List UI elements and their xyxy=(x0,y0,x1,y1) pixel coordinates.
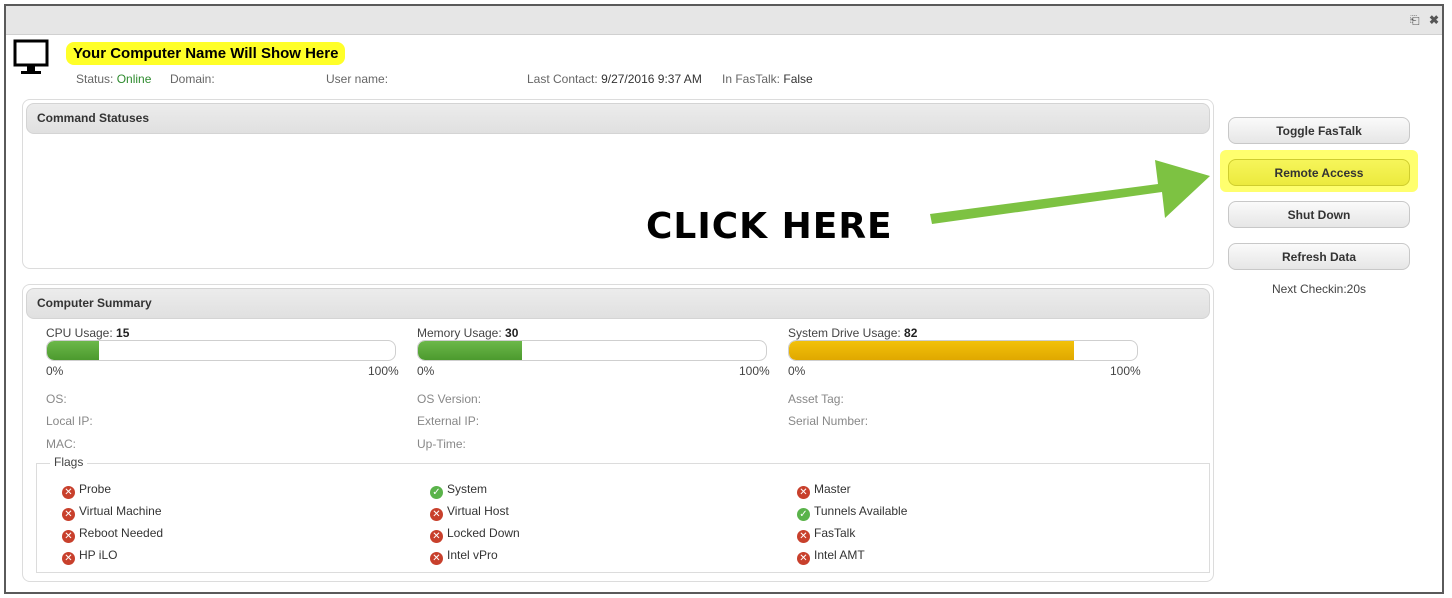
flag-label: Master xyxy=(814,482,851,496)
toggle-fastalk-button[interactable]: Toggle FasTalk xyxy=(1228,117,1410,144)
cpu-usage-bar xyxy=(46,340,396,361)
memory-usage-label: Memory Usage: 30 xyxy=(417,326,518,340)
x-circle-icon: ✕ xyxy=(62,486,75,499)
flag-item: ✕ Intel AMT xyxy=(797,548,865,565)
asset-tag-field: Asset Tag: xyxy=(788,392,844,406)
click-here-annotation: CLICK HERE xyxy=(646,206,893,247)
flag-label: Intel AMT xyxy=(814,548,865,562)
os-version-field: OS Version: xyxy=(417,392,482,406)
flag-item: ✕ Probe xyxy=(62,482,111,499)
drive-usage-label: System Drive Usage: 82 xyxy=(788,326,917,340)
flag-label: Virtual Machine xyxy=(79,504,162,518)
cpu-usage-label: CPU Usage: 15 xyxy=(46,326,129,340)
drive-usage-value: 82 xyxy=(904,326,918,340)
flags-legend: Flags xyxy=(50,455,88,469)
flag-label: HP iLO xyxy=(79,548,118,562)
flag-item: ✓ System xyxy=(430,482,487,499)
command-statuses-header: Command Statuses xyxy=(26,103,1210,134)
x-circle-icon: ✕ xyxy=(430,530,443,543)
memory-min-label: 0% xyxy=(417,364,435,378)
in-fastalk-info: In FasTalk: False xyxy=(722,72,813,86)
drive-max-label: 100% xyxy=(1110,364,1141,378)
x-circle-icon: ✕ xyxy=(797,530,810,543)
in-fastalk-label: In FasTalk: xyxy=(722,72,781,86)
flag-item: ✕ HP iLO xyxy=(62,548,117,565)
window-titlebar: ⎗ ✖ xyxy=(6,6,1442,35)
restore-window-icon[interactable]: ⎗ xyxy=(1410,13,1420,28)
flag-label: FasTalk xyxy=(814,526,856,540)
uptime-field: Up-Time: xyxy=(417,437,466,451)
x-circle-icon: ✕ xyxy=(430,508,443,521)
flag-item: ✕ Intel vPro xyxy=(430,548,498,565)
last-contact-label: Last Contact: xyxy=(527,72,598,86)
check-circle-icon: ✓ xyxy=(797,508,810,521)
flag-item: ✕ FasTalk xyxy=(797,526,855,543)
serial-number-field: Serial Number: xyxy=(788,414,869,428)
drive-usage-fill xyxy=(789,341,1075,360)
x-circle-icon: ✕ xyxy=(797,486,810,499)
memory-usage-fill xyxy=(418,341,523,360)
cpu-usage-fill xyxy=(47,341,100,360)
username-label: User name: xyxy=(326,72,389,86)
x-circle-icon: ✕ xyxy=(62,530,75,543)
flag-label: Locked Down xyxy=(447,526,520,540)
flag-item: ✕ Reboot Needed xyxy=(62,526,163,543)
refresh-data-button[interactable]: Refresh Data xyxy=(1228,243,1410,270)
os-field: OS: xyxy=(46,392,67,406)
shut-down-button[interactable]: Shut Down xyxy=(1228,201,1410,228)
flag-item: ✕ Locked Down xyxy=(430,526,520,543)
cpu-usage-caption: CPU Usage: xyxy=(46,326,113,340)
cpu-min-label: 0% xyxy=(46,364,64,378)
status-label: Status: xyxy=(76,72,114,86)
x-circle-icon: ✕ xyxy=(62,508,75,521)
flags-group xyxy=(36,463,1210,573)
last-contact-info: Last Contact: 9/27/2016 9:37 AM xyxy=(527,72,702,86)
flag-label: Probe xyxy=(79,482,112,496)
memory-max-label: 100% xyxy=(739,364,770,378)
remote-access-button[interactable]: Remote Access xyxy=(1228,159,1410,186)
in-fastalk-value: False xyxy=(783,72,813,86)
close-icon[interactable]: ✖ xyxy=(1429,13,1439,27)
command-statuses-panel: Command Statuses xyxy=(22,99,1214,269)
local-ip-field: Local IP: xyxy=(46,414,93,428)
drive-usage-bar xyxy=(788,340,1138,361)
flag-label: Tunnels Available xyxy=(814,504,908,518)
external-ip-field: External IP: xyxy=(417,414,480,428)
domain-label: Domain: xyxy=(170,72,215,86)
computer-summary-header: Computer Summary xyxy=(26,288,1210,319)
drive-min-label: 0% xyxy=(788,364,806,378)
memory-usage-caption: Memory Usage: xyxy=(417,326,502,340)
flag-label: Reboot Needed xyxy=(79,526,164,540)
domain-info: Domain: xyxy=(170,72,215,86)
check-circle-icon: ✓ xyxy=(430,486,443,499)
next-checkin-text: Next Checkin:20s xyxy=(1271,282,1367,296)
memory-usage-value: 30 xyxy=(505,326,519,340)
last-contact-value: 9/27/2016 9:37 AM xyxy=(601,72,702,86)
drive-usage-caption: System Drive Usage: xyxy=(788,326,901,340)
cpu-max-label: 100% xyxy=(368,364,399,378)
x-circle-icon: ✕ xyxy=(797,552,810,565)
flag-item: ✕ Virtual Machine xyxy=(62,504,162,521)
x-circle-icon: ✕ xyxy=(62,552,75,565)
flag-item: ✓ Tunnels Available xyxy=(797,504,907,521)
x-circle-icon: ✕ xyxy=(430,552,443,565)
memory-usage-bar xyxy=(417,340,767,361)
status-value: Online xyxy=(116,72,152,86)
flag-label: Intel vPro xyxy=(447,548,498,562)
flag-label: System xyxy=(447,482,488,496)
monitor-icon xyxy=(13,39,49,74)
flag-item: ✕ Virtual Host xyxy=(430,504,509,521)
flag-item: ✕ Master xyxy=(797,482,851,499)
cpu-usage-value: 15 xyxy=(116,326,130,340)
status-info: Status: Online xyxy=(76,72,151,86)
mac-field: MAC: xyxy=(46,437,76,451)
computer-name: Your Computer Name Will Show Here xyxy=(66,42,346,65)
username-info: User name: xyxy=(326,72,388,86)
flag-label: Virtual Host xyxy=(447,504,509,518)
